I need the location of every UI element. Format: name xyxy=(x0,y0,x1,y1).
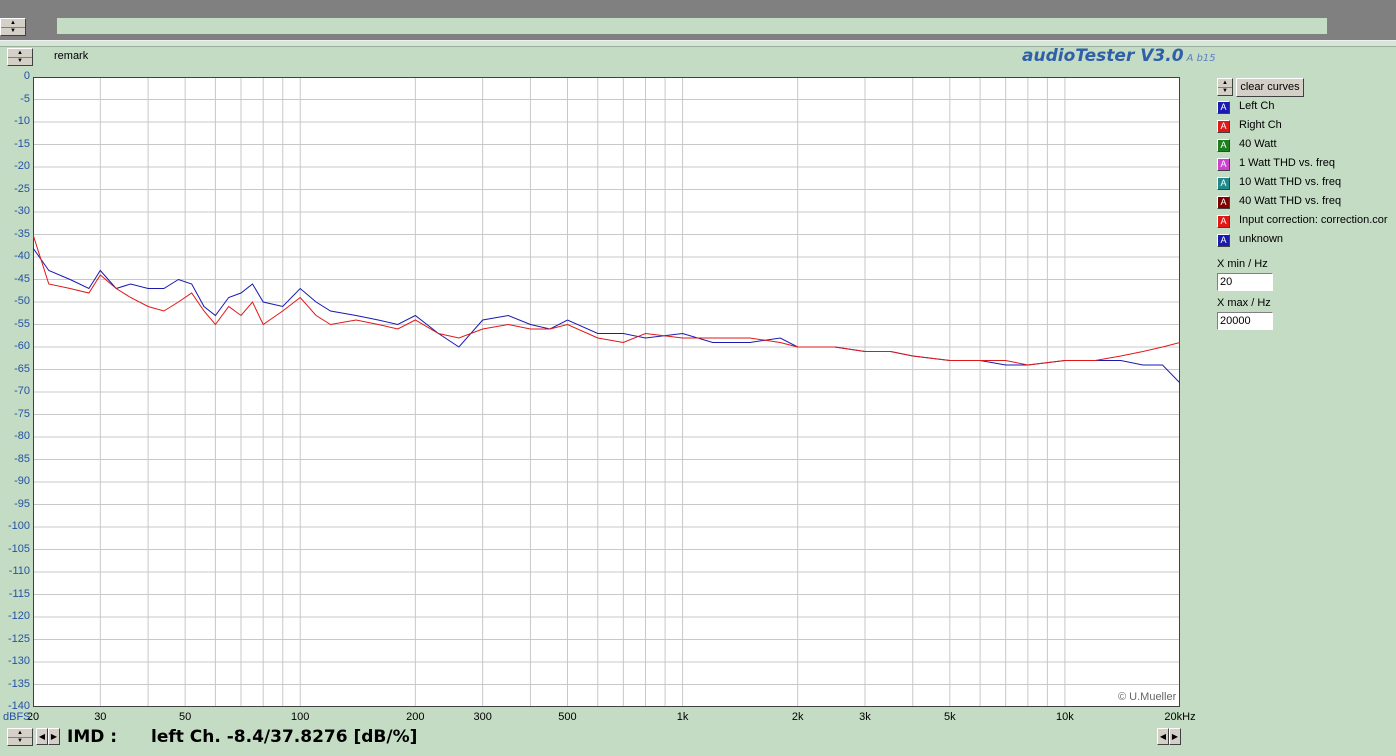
y-tick-label: -25 xyxy=(14,182,30,195)
legend-label: 10 Watt THD vs. freq xyxy=(1239,176,1342,188)
x-tick-label: 500 xyxy=(558,711,577,723)
legend-item[interactable]: A 1 Watt THD vs. freq xyxy=(1217,155,1396,174)
curve-color-icon[interactable]: A xyxy=(1217,196,1230,209)
legend-label: 40 Watt xyxy=(1239,138,1277,150)
brand-version: A b15 xyxy=(1186,53,1216,64)
legend-item[interactable]: Aunknown xyxy=(1217,231,1396,250)
imd-label: IMD : xyxy=(67,727,118,747)
legend-label: Left Ch xyxy=(1239,100,1275,112)
y-tick-label: -95 xyxy=(14,497,30,510)
y-tick-label: 0 xyxy=(23,70,30,82)
legend-item[interactable]: A 10 Watt THD vs. freq xyxy=(1217,174,1396,193)
spin-down-icon[interactable]: ▼ xyxy=(1,27,25,35)
legend-item[interactable]: A Right Ch xyxy=(1217,117,1396,136)
legend-label: Right Ch xyxy=(1239,119,1282,131)
clear-curves-button[interactable]: clear curves xyxy=(1236,78,1304,97)
legend-label: 1 Watt THD vs. freq xyxy=(1239,157,1335,169)
brand-title: audioTester V3.0 xyxy=(1022,46,1184,66)
y-tick-label: -70 xyxy=(14,385,30,397)
curve-color-icon[interactable]: A xyxy=(1217,139,1230,152)
curve-color-icon[interactable]: A xyxy=(1217,158,1230,171)
y-tick-label: -120 xyxy=(7,610,30,622)
legend-item[interactable]: A 40 Watt xyxy=(1217,136,1396,155)
x-tick-label: 5k xyxy=(943,711,956,723)
remark-label: remark xyxy=(54,50,89,62)
remark-spin-button[interactable]: ▲ ▼ xyxy=(7,48,33,66)
top-progress-bar xyxy=(57,18,1327,34)
y-tick-label: -85 xyxy=(14,452,30,465)
spin-down-icon[interactable]: ▼ xyxy=(8,737,32,745)
y-tick-label: -105 xyxy=(7,542,30,555)
legend-item[interactable]: A 40 Watt THD vs. freq xyxy=(1217,193,1396,212)
y-tick-label: -100 xyxy=(7,520,30,532)
y-tick-label: -65 xyxy=(14,362,30,375)
y-tick-label: -135 xyxy=(7,677,30,690)
y-tick-label: -50 xyxy=(14,295,30,307)
x-tick-label: 20kHz xyxy=(1164,711,1196,723)
x-tick-label: 30 xyxy=(94,711,107,723)
legend-label: unknown xyxy=(1239,233,1284,245)
curve-color-icon[interactable]: A xyxy=(1217,120,1230,133)
x-tick-label: 200 xyxy=(406,711,425,723)
x-tick-label: 300 xyxy=(473,711,492,723)
legend-item[interactable]: A Input correction: correction.cor xyxy=(1217,212,1396,231)
app-brand: audioTester V3.0 A b15 xyxy=(1022,46,1216,66)
y-tick-label: -60 xyxy=(14,340,30,352)
legend-label: Input correction: correction.cor xyxy=(1239,214,1388,226)
y-tick-label: -30 xyxy=(14,205,30,217)
spin-down-icon[interactable]: ▼ xyxy=(1218,87,1232,95)
x-min-field[interactable]: 20 xyxy=(1217,273,1273,291)
page-left-icon[interactable]: ◀ xyxy=(1157,728,1169,745)
x-tick-label: 1k xyxy=(676,711,689,723)
copyright-text: © U.Mueller xyxy=(1118,691,1177,703)
y-tick-label: -80 xyxy=(14,430,30,442)
x-max-field[interactable]: 20000 xyxy=(1217,312,1273,330)
y-tick-label: -115 xyxy=(8,587,30,600)
x-tick-label: 3k xyxy=(859,711,871,723)
y-tick-label: -110 xyxy=(8,565,30,577)
bottom-spin-button[interactable]: ▲ ▼ xyxy=(7,728,33,746)
top-spin-button[interactable]: ▲ ▼ xyxy=(0,18,26,36)
spectrum-plot[interactable] xyxy=(33,77,1180,707)
x-tick-label: 2k xyxy=(791,711,804,723)
y-tick-label: -20 xyxy=(14,160,30,172)
y-tick-label: -130 xyxy=(7,655,30,667)
scroll-right-icon[interactable]: ▶ xyxy=(48,728,60,745)
curve-legend: A Left Ch A Right Ch A 40 Watt A 1 Watt THD vs.… xyxy=(1217,98,1396,250)
x-max-label: X max / Hz xyxy=(1217,297,1271,309)
legend-label: 40 Watt THD vs. freq xyxy=(1239,195,1342,207)
x-tick-label: 50 xyxy=(179,711,192,723)
y-tick-label: -55 xyxy=(14,317,30,330)
curve-color-icon[interactable]: A xyxy=(1217,101,1230,114)
curve-color-icon[interactable]: A xyxy=(1217,177,1230,190)
y-tick-label: -35 xyxy=(14,227,30,240)
y-tick-label: -45 xyxy=(14,272,30,285)
y-tick-label: -10 xyxy=(14,115,30,127)
y-unit-label: dBFS xyxy=(3,711,31,723)
legend-item[interactable]: A Left Ch xyxy=(1217,98,1396,117)
x-tick-label: 10k xyxy=(1056,711,1074,723)
imd-value: left Ch. -8.4/37.8276 [dB/%] xyxy=(151,727,418,747)
y-tick-label: -90 xyxy=(14,475,30,487)
y-tick-label: -125 xyxy=(7,632,30,645)
top-toolbar: ▲ ▼ xyxy=(0,0,1396,40)
y-tick-label: -15 xyxy=(14,137,30,150)
x-tick-label: 100 xyxy=(291,711,310,723)
page-right-icon[interactable]: ▶ xyxy=(1169,728,1181,745)
curve-color-icon[interactable]: A xyxy=(1217,215,1230,228)
scroll-left-icon[interactable]: ◀ xyxy=(36,728,48,745)
x-min-label: X min / Hz xyxy=(1217,258,1268,270)
spin-down-icon[interactable]: ▼ xyxy=(8,57,32,65)
y-tick-label: -5 xyxy=(20,92,30,105)
y-tick-label: -75 xyxy=(14,407,30,420)
y-tick-label: -40 xyxy=(14,250,30,262)
curve-color-icon[interactable]: A xyxy=(1217,234,1230,247)
curves-spin-button[interactable]: ▲ ▼ xyxy=(1217,78,1233,96)
